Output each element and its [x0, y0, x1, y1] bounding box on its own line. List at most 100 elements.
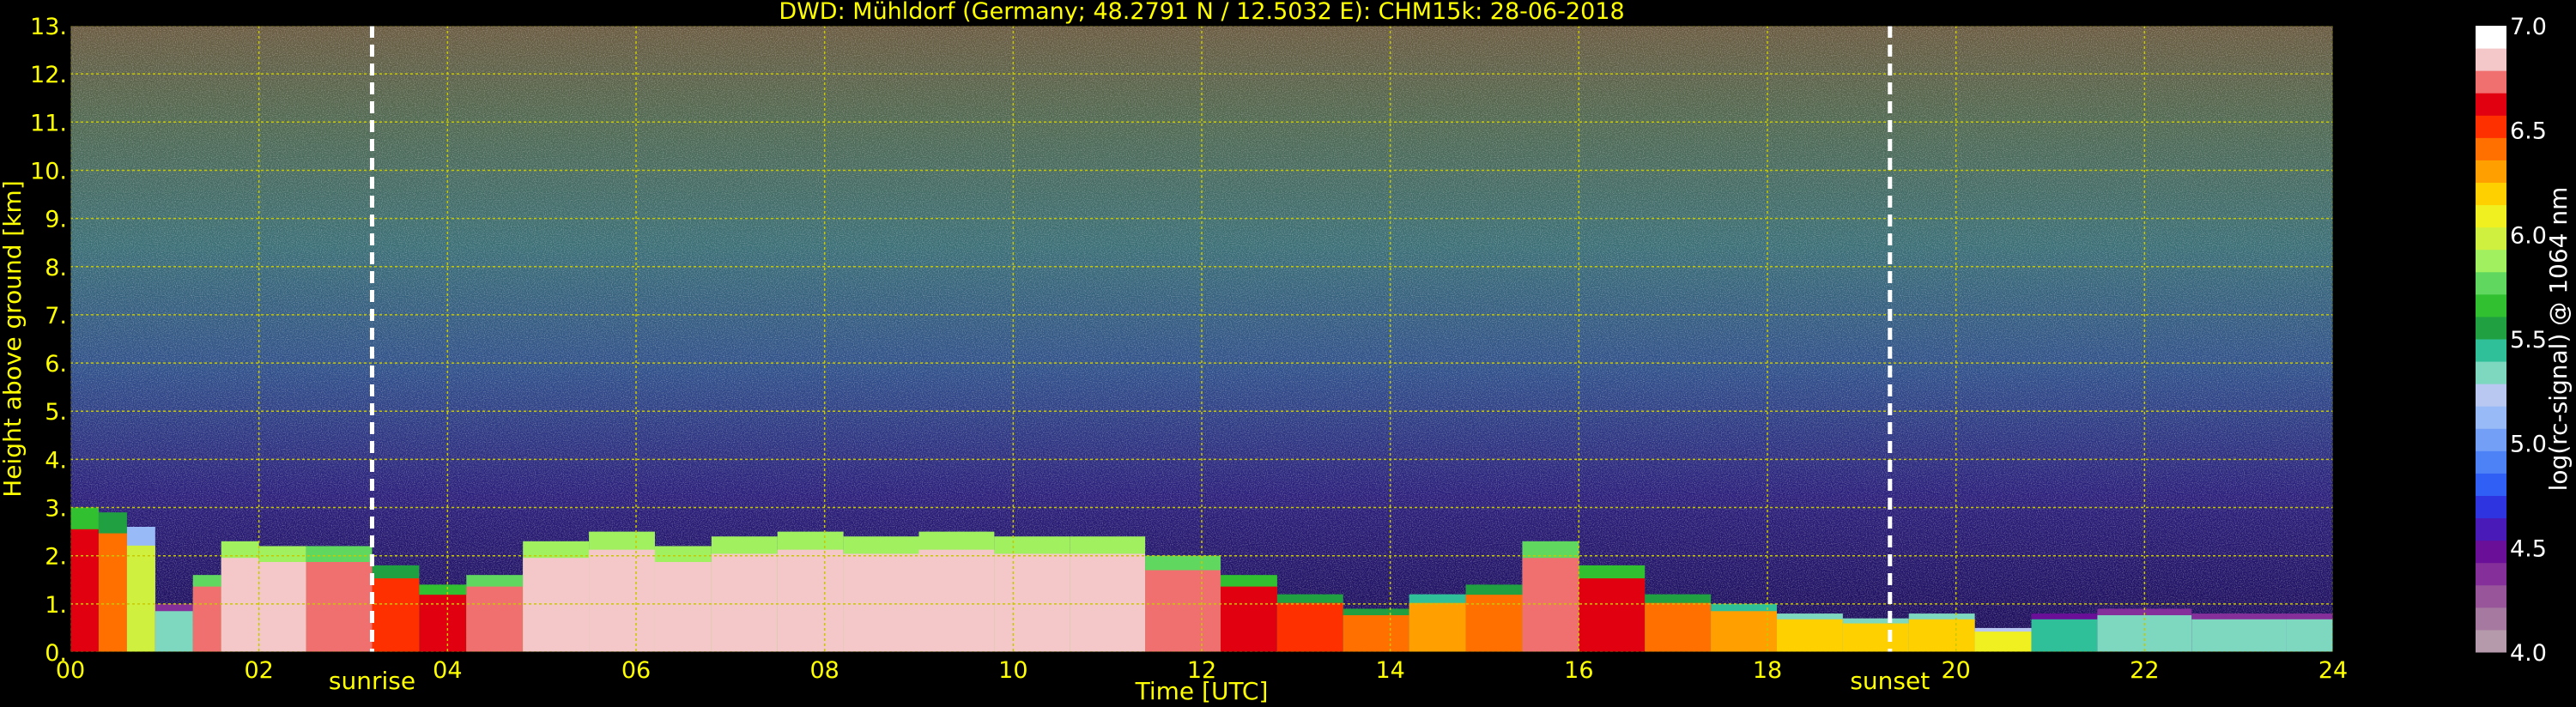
- colorbar-swatch: [2476, 361, 2506, 384]
- x-tick-label: 02: [244, 657, 273, 684]
- colorbar-tick-label: 4.0: [2510, 640, 2547, 667]
- colorbar-swatch: [2476, 562, 2506, 586]
- colorbar-swatch: [2476, 48, 2506, 71]
- colorbar-label: log(rc-signal) @ 1064 nm: [2544, 187, 2573, 492]
- y-tick-label: 9.: [45, 207, 67, 233]
- y-tick-label: 2.: [45, 544, 67, 571]
- colorbar-swatch: [2476, 26, 2506, 49]
- colorbar-swatch: [2476, 584, 2506, 608]
- layer-core: [994, 553, 1070, 652]
- x-tick-label: 10: [998, 657, 1027, 684]
- layer-core: [1409, 602, 1466, 652]
- colorbar-swatch: [2476, 473, 2506, 496]
- x-tick-label: 04: [433, 657, 462, 684]
- layer-core: [1908, 619, 1975, 652]
- layer-core: [589, 549, 655, 652]
- layer-core: [1776, 619, 1843, 652]
- colorbar-swatch: [2476, 160, 2506, 183]
- layer-core: [1220, 586, 1277, 652]
- y-tick-label: 13.: [30, 14, 67, 40]
- layer-core: [918, 549, 995, 652]
- layer-core: [654, 561, 712, 652]
- x-tick-label: 16: [1564, 657, 1593, 684]
- y-tick-label: 3.: [45, 496, 67, 523]
- colorbar-swatch: [2476, 293, 2506, 317]
- colorbar-swatch: [2476, 517, 2506, 541]
- y-tick-label: 11.: [30, 110, 67, 136]
- marker-label-sunset: sunset: [1850, 667, 1930, 695]
- colorbar-swatch: [2476, 316, 2506, 340]
- y-tick-label: 5.: [45, 399, 67, 426]
- colorbar-swatch: [2476, 70, 2506, 94]
- layer-core: [258, 561, 306, 652]
- marker-label-sunrise: sunrise: [329, 667, 415, 695]
- colorbar-tick-label: 5.0: [2510, 432, 2547, 458]
- ceilometer-chart: DWD: Mühldorf (Germany; 48.2791 N / 12.5…: [0, 0, 2576, 707]
- x-tick-label: 06: [621, 657, 651, 684]
- colorbar-swatch: [2476, 428, 2506, 451]
- layer-core: [372, 578, 420, 652]
- y-tick-label: 10.: [30, 158, 67, 184]
- layer-core: [1276, 602, 1343, 652]
- chart-title: DWD: Mühldorf (Germany; 48.2791 N / 12.5…: [779, 0, 1624, 25]
- colorbar-swatch: [2476, 607, 2506, 631]
- colorbar-swatch: [2476, 495, 2506, 519]
- layer-core: [466, 586, 524, 652]
- layer-core: [70, 529, 99, 652]
- y-tick-label: 12.: [30, 62, 67, 88]
- colorbar-swatch: [2476, 406, 2506, 429]
- colorbar-swatch: [2476, 137, 2506, 160]
- y-tick-label: 6.: [45, 351, 67, 378]
- x-tick-label: 08: [809, 657, 839, 684]
- x-tick-label: 20: [1941, 657, 1970, 684]
- layer-core: [777, 549, 844, 652]
- y-tick-label: 1.: [45, 592, 67, 619]
- colorbar-swatch: [2476, 629, 2506, 653]
- layer-core: [1579, 578, 1646, 652]
- colorbar-tick-label: 5.5: [2510, 327, 2547, 354]
- layer-core: [126, 545, 155, 652]
- x-axis-label: Time [UTC]: [1135, 677, 1269, 705]
- layer-core: [1343, 615, 1409, 652]
- colorbar-swatch: [2476, 182, 2506, 206]
- layer-core: [1842, 623, 1909, 652]
- y-tick-label: 4.: [45, 447, 67, 474]
- layer-core: [221, 558, 259, 652]
- layer-core: [843, 553, 919, 652]
- colorbar-tick-label: 7.0: [2510, 14, 2547, 40]
- layer-core: [711, 553, 778, 652]
- layer-core: [1522, 558, 1579, 652]
- layer-core: [306, 561, 373, 652]
- plot-area: [70, 26, 2333, 652]
- colorbar-swatch: [2476, 93, 2506, 116]
- layer-core: [2286, 619, 2333, 652]
- colorbar-swatch: [2476, 450, 2506, 474]
- colorbar-swatch: [2476, 204, 2506, 228]
- colorbar-swatch: [2476, 227, 2506, 251]
- y-tick-label: 7.: [45, 303, 67, 329]
- y-tick-label: 8.: [45, 255, 67, 281]
- x-tick-label: 18: [1753, 657, 1782, 684]
- colorbar-tick-label: 6.5: [2510, 118, 2547, 145]
- x-tick-label: 22: [2130, 657, 2159, 684]
- colorbar-swatch: [2476, 249, 2506, 273]
- layer-core: [98, 533, 127, 652]
- layer-core: [192, 586, 221, 652]
- layer-core: [523, 558, 590, 652]
- layer-core: [1145, 570, 1221, 652]
- y-axis-label: Height above ground [km]: [0, 180, 27, 498]
- x-tick-label: 24: [2318, 657, 2348, 684]
- layer-core: [2031, 619, 2098, 652]
- colorbar: [2476, 26, 2506, 653]
- colorbar-tick-label: 6.0: [2510, 222, 2547, 249]
- colorbar-swatch: [2476, 115, 2506, 138]
- layer-core: [1645, 602, 1712, 652]
- colorbar-tick-label: 4.5: [2510, 535, 2547, 562]
- x-tick-label: 14: [1375, 657, 1404, 684]
- colorbar-swatch: [2476, 384, 2506, 407]
- layer-core: [2191, 619, 2287, 652]
- layer-core: [1974, 631, 2032, 652]
- layer-core: [155, 611, 193, 652]
- colorbar-swatch: [2476, 271, 2506, 295]
- y-tick-label: 0.: [45, 640, 67, 667]
